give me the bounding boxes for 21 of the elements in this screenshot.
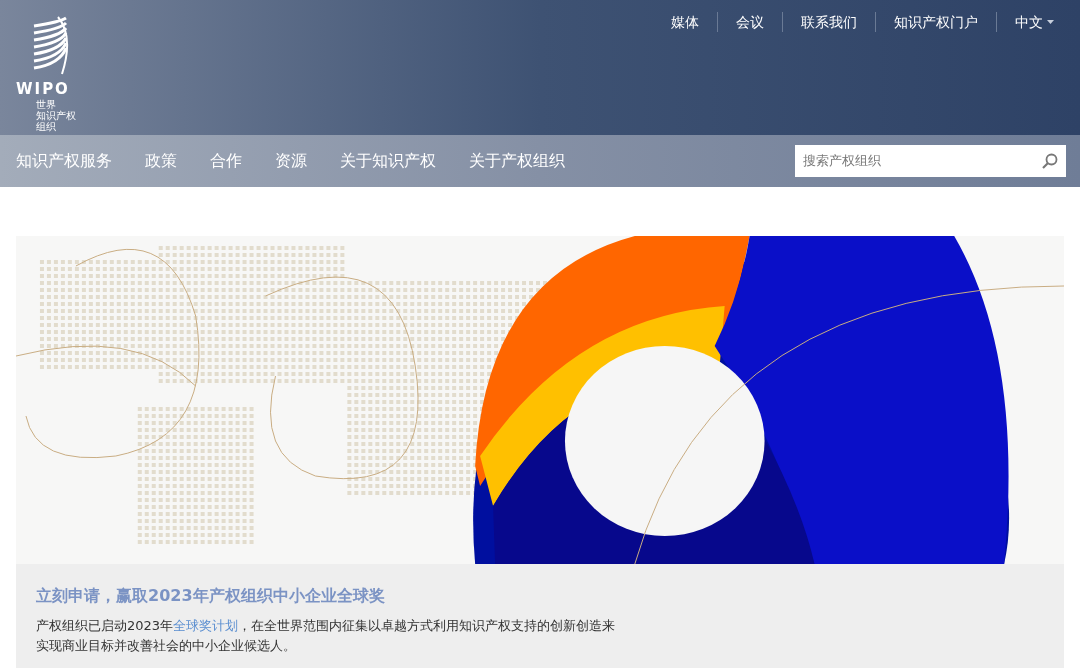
award-program-link[interactable]: 全球奖计划 [173, 618, 239, 633]
nav-link[interactable]: 知识产权服务 [16, 148, 112, 173]
logo-text: 知识产权 [36, 110, 76, 121]
caret-icon [1047, 20, 1054, 24]
top-link[interactable]: 知识产权门户 [876, 12, 997, 32]
logo-text: 世界 [36, 99, 57, 110]
nav-link[interactable]: 关于知识产权 [340, 148, 436, 173]
top-link[interactable]: 媒体 [653, 12, 718, 32]
feature-title: 立刻申请，赢取2023年产权组织中小企业全球奖 [36, 585, 386, 607]
top-link[interactable]: 联系我们 [783, 12, 876, 32]
nav-link[interactable]: 关于产权组织 [469, 148, 565, 173]
search-field[interactable]: 搜索产权组织 [795, 144, 1066, 177]
feature-description: 产权组织已启动2023年全球奖计划，在全世界范围内征集以卓越方式利用知识产权支持的创新创造来实现商业目标并改善社会的中小企业候选人。 [36, 617, 617, 655]
top-link[interactable]: 会议 [718, 12, 783, 32]
logo-wordmark: WIPO [16, 82, 70, 97]
language-dropdown[interactable]: 中文 [997, 12, 1072, 32]
nav-link[interactable]: 合作 [210, 148, 242, 173]
nav-link[interactable]: 资源 [275, 148, 307, 173]
search-icon[interactable] [1042, 152, 1058, 169]
logo-text: 组织 [36, 121, 56, 132]
nav-link[interactable]: 政策 [145, 148, 177, 173]
